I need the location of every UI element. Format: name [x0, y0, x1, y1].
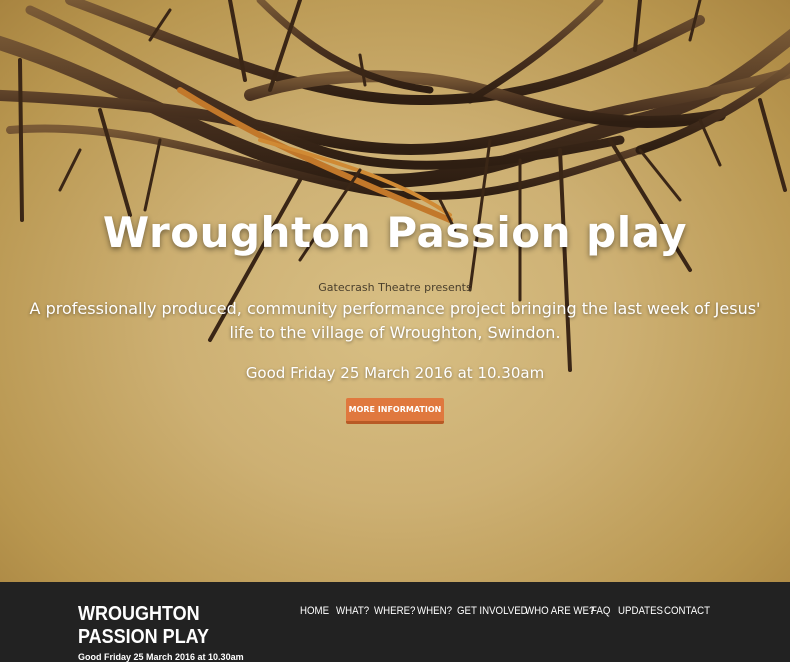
hero-title: Wroughton Passion play	[102, 208, 688, 257]
hero-description: A professionally produced, community per…	[29, 299, 761, 342]
nav-item-get-involved[interactable]: GET INVOLVED	[457, 605, 528, 623]
main-nav: HOME WHAT? WHERE? WHEN? GET INVOLVED WHO…	[300, 605, 710, 623]
hero-section: Wroughton Passion play Gatecrash Theatre…	[0, 0, 790, 582]
hero-content: Wroughton Passion play Gatecrash Theatre…	[0, 0, 790, 582]
nav-item-who-are-we[interactable]: WHO ARE WE?	[525, 605, 594, 623]
brand-date: Good Friday 25 March 2016 at 10.30am	[78, 652, 244, 662]
hero-date: Good Friday 25 March 2016 at 10.30am	[245, 364, 545, 382]
nav-item-contact[interactable]: CONTACT	[664, 605, 710, 623]
nav-item-updates[interactable]: UPDATES	[618, 605, 663, 623]
navbar: WROUGHTON PASSION PLAY Good Friday 25 Ma…	[0, 582, 790, 662]
more-information-button[interactable]: MORE INFORMATION	[346, 398, 444, 424]
nav-item-where[interactable]: WHERE?	[374, 605, 415, 623]
nav-item-home[interactable]: HOME	[300, 605, 332, 623]
nav-item-what[interactable]: WHAT?	[336, 605, 369, 623]
nav-item-faq[interactable]: FAQ	[591, 605, 615, 623]
hero-presents: Gatecrash Theatre presents	[318, 281, 472, 294]
brand-title[interactable]: WROUGHTON PASSION PLAY	[78, 603, 258, 649]
nav-item-when[interactable]: WHEN?	[417, 605, 452, 623]
